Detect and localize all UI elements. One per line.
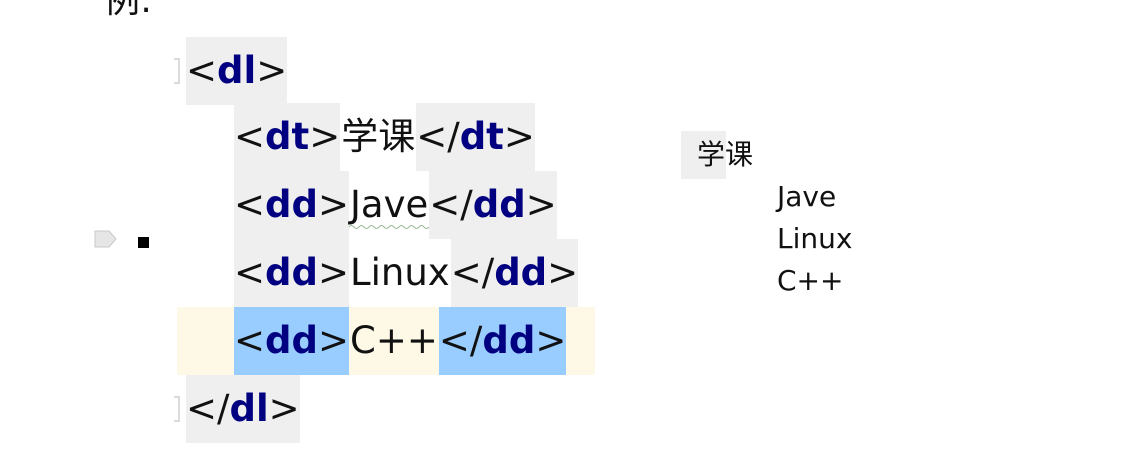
bracket: > (547, 251, 579, 294)
code-line-dl-open: <dl> (186, 37, 288, 105)
tag-name: dd (265, 319, 318, 362)
bracket: </ (429, 183, 473, 226)
dt-open-tag[interactable]: <dt> (234, 103, 341, 171)
bracket: < (186, 49, 218, 92)
bracket: </ (186, 387, 230, 430)
dd-open-tag[interactable]: <dd> (234, 171, 350, 239)
bracket: </ (416, 115, 460, 158)
code-line-dd-2: <dd>Linux</dd> (234, 239, 579, 307)
tag-name: dd (472, 183, 526, 226)
tag-name: dd (265, 183, 318, 226)
tag-name: dl (217, 49, 257, 92)
dt-close-tag[interactable]: </dt> (416, 103, 535, 171)
dd-text: C++ (350, 319, 438, 362)
preview-item: Linux (777, 222, 853, 255)
bracket: > (318, 251, 350, 294)
tag-name: dd (482, 319, 536, 362)
arrow-marker-icon[interactable] (94, 229, 118, 249)
bracket: > (503, 115, 535, 158)
code-line-dt: <dt>学课</dt> (234, 103, 535, 171)
code-line-dd-3: <dd>C++</dd> (234, 307, 567, 375)
dd-open-tag[interactable]: <dd> (234, 239, 350, 307)
tag-name: dd (494, 251, 548, 294)
preview-item: Jave (777, 180, 837, 213)
bracket: </ (438, 319, 483, 362)
dl-close-tag[interactable]: </dl> (186, 375, 300, 443)
preview-term: 学课 (697, 138, 754, 171)
bracket: < (234, 319, 266, 362)
bracket: </ (450, 251, 495, 294)
dd-open-tag-selected[interactable]: <dd> (234, 307, 350, 375)
bracket: > (318, 183, 350, 226)
bracket: < (234, 115, 266, 158)
dd-text: Linux (350, 251, 450, 294)
bracket: < (234, 251, 266, 294)
preview-item: C++ (777, 264, 844, 297)
dt-text: 学课 (341, 115, 416, 158)
bullet-marker (138, 237, 149, 248)
bracket: > (525, 183, 557, 226)
tag-name: dd (265, 251, 318, 294)
spellcheck-squiggle-icon (349, 225, 429, 229)
dd-close-tag-selected[interactable]: </dd> (438, 307, 567, 375)
tag-name: dt (265, 115, 310, 158)
dd-close-tag[interactable]: </dd> (429, 171, 557, 239)
fold-icon[interactable] (173, 58, 183, 84)
bracket: < (234, 183, 266, 226)
bracket: > (535, 319, 567, 362)
dd-close-tag[interactable]: </dd> (450, 239, 579, 307)
tag-name: dt (459, 115, 504, 158)
tag-name: dl (229, 387, 269, 430)
fold-icon[interactable] (173, 396, 183, 422)
bracket: > (309, 115, 341, 158)
bracket: > (268, 387, 300, 430)
bracket: > (256, 49, 288, 92)
dl-open-tag[interactable]: <dl> (186, 37, 288, 105)
bracket: > (318, 319, 350, 362)
intro-text: 例: (104, 0, 153, 21)
code-line-dl-close: </dl> (186, 375, 300, 443)
